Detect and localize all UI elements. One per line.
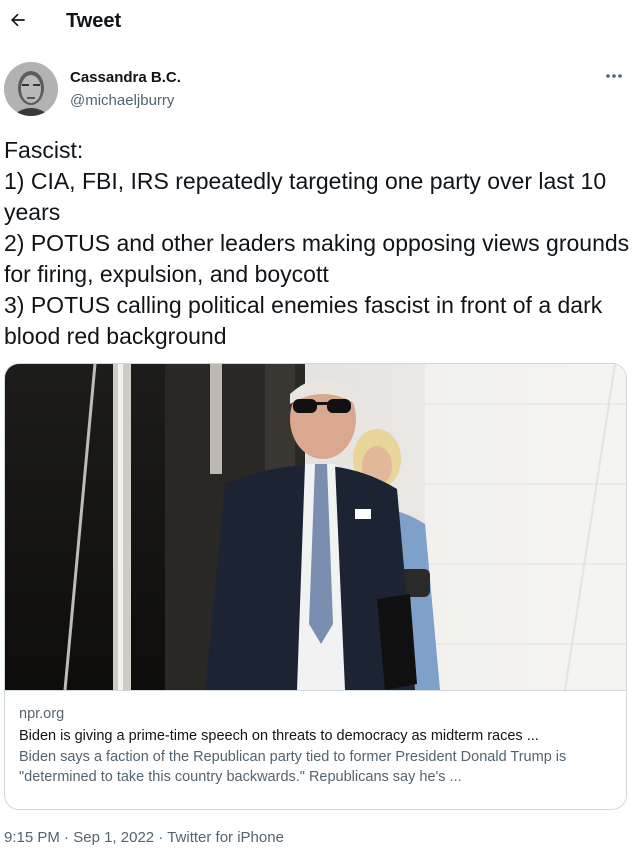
back-button[interactable] <box>4 6 32 34</box>
card-description: Biden says a faction of the Republican p… <box>19 749 567 785</box>
tweet-time[interactable]: 9:15 PM <box>4 829 60 846</box>
card-title: Biden is giving a prime-time speech on t… <box>19 728 539 744</box>
tweet-date[interactable]: Sep 1, 2022 <box>73 829 154 846</box>
avatar[interactable] <box>4 62 58 116</box>
tweet-source[interactable]: Twitter for iPhone <box>167 829 284 846</box>
tweet-meta: 9:15 PM · Sep 1, 2022 · Twitter for iPho… <box>4 829 284 846</box>
card-image <box>5 364 626 691</box>
link-card[interactable]: npr.org Biden is giving a prime-time spe… <box>4 363 627 810</box>
meta-separator: · <box>59 829 74 846</box>
arrow-left-icon <box>11 13 25 27</box>
meta-separator: · <box>154 829 168 846</box>
header: Tweet <box>0 0 636 44</box>
more-horizontal-icon <box>606 74 622 78</box>
more-button[interactable] <box>602 66 626 86</box>
page-title: Tweet <box>66 10 122 32</box>
tweet-text: Fascist: 1) CIA, FBI, IRS repeatedly tar… <box>4 137 630 349</box>
author-name[interactable]: Cassandra B.C. <box>70 69 181 86</box>
tweet-author: Cassandra B.C. @michaeljburry <box>4 62 632 118</box>
author-handle[interactable]: @michaeljburry <box>70 92 174 109</box>
card-domain: npr.org <box>19 706 65 722</box>
card-body: npr.org Biden is giving a prime-time spe… <box>5 690 626 809</box>
